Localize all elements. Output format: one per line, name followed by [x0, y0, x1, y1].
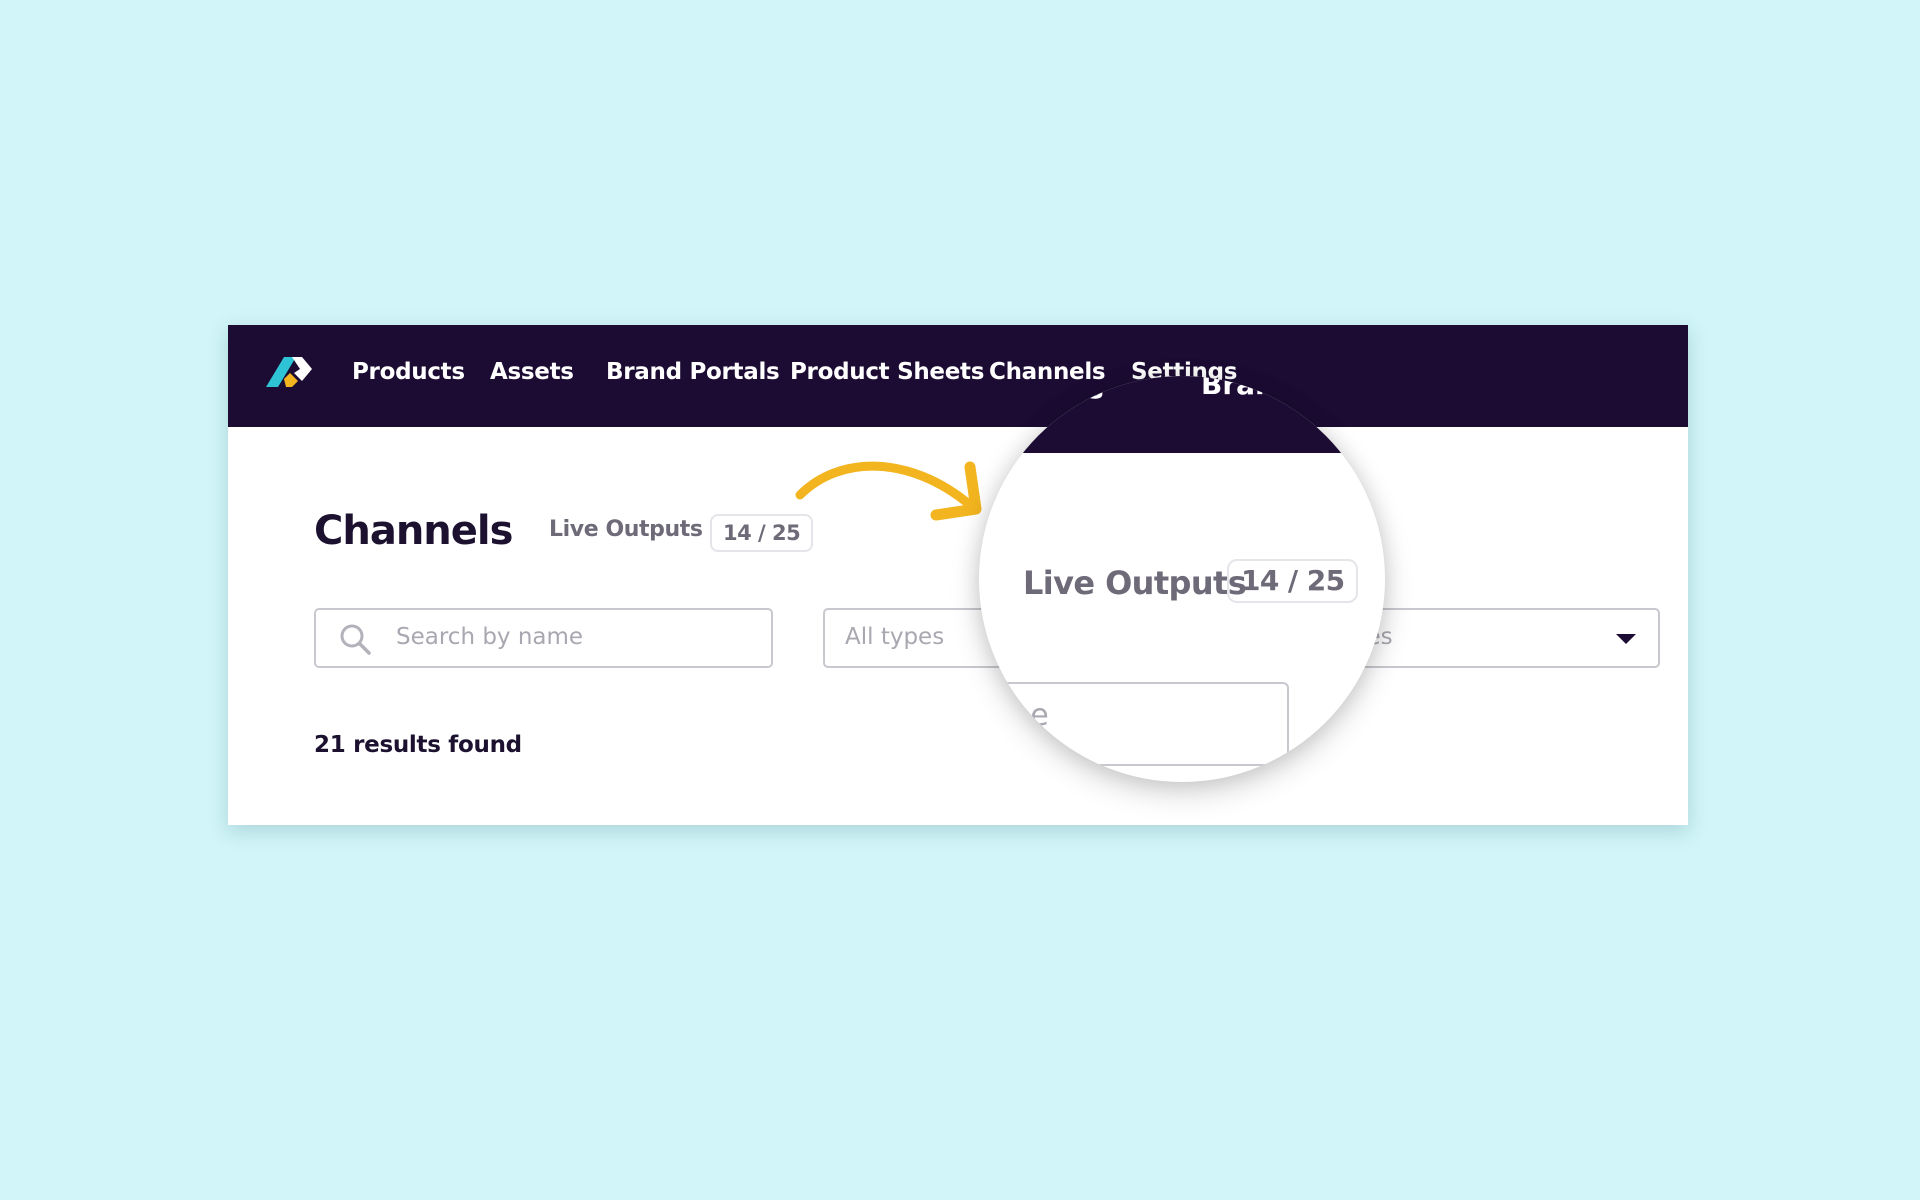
top-navbar: Products Assets Brand Portals Product Sh…	[228, 325, 1688, 427]
page-title: Channels	[314, 508, 513, 554]
magnified-nav-fragment: s	[1087, 376, 1104, 405]
curved-arrow-icon	[795, 461, 982, 521]
search-input[interactable]: Search by name	[314, 608, 773, 668]
search-placeholder: Search by name	[396, 624, 584, 650]
type-filter-value: All types	[845, 624, 945, 650]
nav-products[interactable]: Products	[352, 359, 465, 385]
search-icon	[340, 624, 371, 655]
live-outputs-label: Live Outputs	[549, 517, 703, 542]
magnifier-lens: s Bran Live Outputs 14 / 25 me	[979, 376, 1385, 782]
magnified-search-input: me	[979, 682, 1289, 766]
magnified-search-placeholder: me	[1001, 698, 1049, 733]
magnified-navbar: s Bran	[979, 376, 1385, 453]
nav-assets[interactable]: Assets	[490, 359, 574, 385]
magnified-nav-fragment: Bran	[1201, 376, 1275, 401]
results-count: 21 results found	[314, 732, 522, 758]
nav-product-sheets[interactable]: Product Sheets	[790, 359, 984, 385]
caret-down-icon	[1616, 634, 1636, 644]
magnified-live-outputs-label: Live Outputs	[1023, 564, 1247, 602]
app-window: Products Assets Brand Portals Product Sh…	[228, 325, 1688, 825]
brand-logo-icon[interactable]	[264, 351, 316, 391]
nav-brand-portals[interactable]: Brand Portals	[606, 359, 780, 385]
magnified-live-outputs-badge: 14 / 25	[1227, 559, 1359, 603]
